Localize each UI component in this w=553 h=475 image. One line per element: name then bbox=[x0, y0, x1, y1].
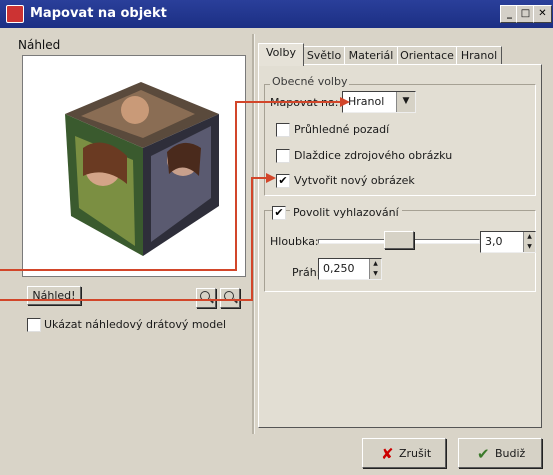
annotation-line-map-to bbox=[0, 101, 340, 271]
annotation-line-new-image bbox=[0, 177, 266, 301]
annotation-arrowhead-map-to bbox=[340, 97, 350, 107]
tab-volby[interactable]: Volby bbox=[258, 43, 304, 66]
annotation-arrows bbox=[0, 97, 350, 301]
annotation-arrowhead-new-image bbox=[266, 173, 276, 183]
